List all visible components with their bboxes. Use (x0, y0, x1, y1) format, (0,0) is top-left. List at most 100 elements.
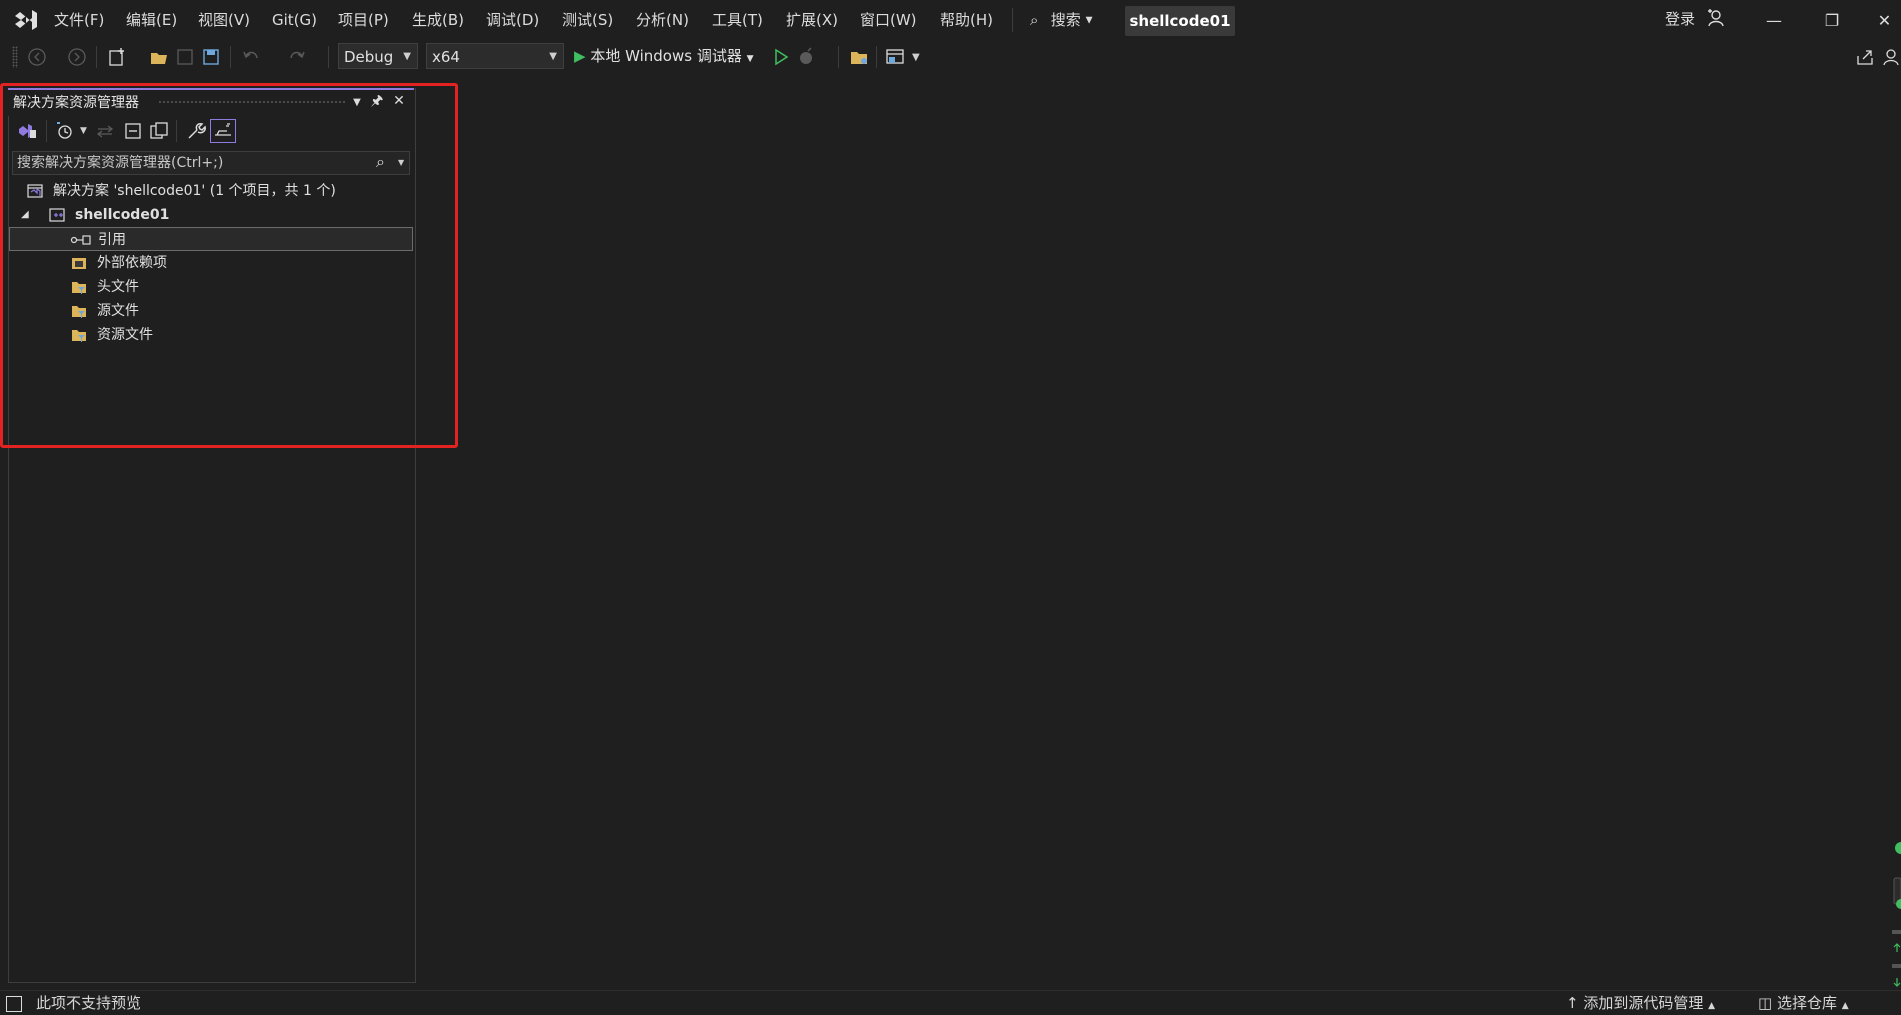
solution-explorer-search-input[interactable]: 搜索解决方案资源管理器(Ctrl+;) (12, 151, 410, 175)
new-item-icon[interactable] (106, 46, 128, 68)
menu-extensions[interactable]: 扩展(X) (784, 9, 840, 31)
repository-label: 选择仓库 (1776, 994, 1837, 1012)
redo-icon[interactable] (286, 46, 308, 68)
tree-item-label: 外部依赖项 (97, 255, 167, 271)
configuration-value: Debug (344, 48, 394, 66)
tree-item-source-files[interactable]: 源文件 (9, 299, 413, 323)
minimize-button[interactable]: — (1752, 4, 1796, 38)
solution-explorer-title: 解决方案资源管理器 (13, 95, 139, 111)
chevron-down-icon: ▼ (1085, 15, 1093, 26)
sync-with-active-document-icon[interactable] (94, 120, 116, 142)
menu-divider (1012, 8, 1013, 32)
tree-item-label: 源文件 (97, 303, 139, 319)
tree-item-label: 头文件 (97, 279, 139, 295)
run-target-label: 本地 Windows 调试器 (590, 47, 742, 65)
menu-analyze[interactable]: 分析(N) (634, 9, 691, 31)
pending-changes-filter-icon[interactable] (54, 120, 76, 142)
solution-icon (27, 183, 43, 199)
menu-debug[interactable]: 调试(D) (484, 9, 541, 31)
tree-item-solution[interactable]: 解决方案 'shellcode01' (1 个项目，共 1 个) (9, 179, 413, 203)
arrow-up-icon: ↑ (1566, 994, 1579, 1012)
menu-help[interactable]: 帮助(H) (938, 9, 995, 31)
search-placeholder: 搜索解决方案资源管理器(Ctrl+;) (17, 155, 224, 171)
search-button[interactable]: ⌕ 搜索 ▼ (1030, 8, 1093, 32)
references-icon (70, 232, 92, 248)
tree-item-resource-files[interactable]: 资源文件 (9, 323, 413, 347)
search-icon: ⌕ (1030, 11, 1039, 29)
preview-box-icon (6, 995, 22, 1012)
chevron-up-icon: ▲ (1841, 1001, 1849, 1011)
menu-project[interactable]: 项目(P) (336, 9, 391, 31)
source-control-label: 添加到源代码管理 (1583, 994, 1704, 1012)
tree-item-project[interactable]: ◢ shellcode01 (9, 203, 413, 227)
menu-tools[interactable]: 工具(T) (710, 9, 765, 31)
solution-configuration-dropdown[interactable]: Debug ▼ (338, 43, 418, 69)
toolbar-divider (876, 46, 877, 68)
search-icon[interactable]: ⌕ (376, 152, 396, 172)
feedback-icon[interactable] (1882, 46, 1901, 68)
start-debugging-button[interactable]: ▶ 本地 Windows 调试器 ▼ (574, 44, 754, 68)
layout-icon[interactable] (884, 46, 906, 68)
back-icon[interactable] (26, 46, 48, 68)
login-button[interactable]: 登录 (1665, 8, 1695, 30)
restore-button[interactable]: ❐ (1810, 4, 1854, 38)
close-window-button[interactable]: ✕ (1868, 4, 1901, 38)
menu-window[interactable]: 窗口(W) (858, 9, 919, 31)
properties-wrench-icon[interactable] (184, 120, 206, 142)
start-without-debugging-icon[interactable] (770, 46, 792, 68)
collapse-all-icon[interactable] (122, 120, 144, 142)
chevron-down-icon: ▼ (549, 51, 557, 62)
open-folder-icon[interactable] (148, 46, 170, 68)
cpp-project-icon (49, 207, 65, 223)
solution-platform-dropdown[interactable]: x64 ▼ (426, 43, 564, 69)
save-icon[interactable] (174, 46, 196, 68)
solution-name-badge[interactable]: shellcode01 (1125, 6, 1235, 36)
filter-folder-icon (71, 327, 87, 343)
account-settings-icon[interactable] (1706, 8, 1726, 28)
preview-status-text: 此项不支持预览 (36, 994, 142, 1012)
play-icon: ▶ (574, 47, 586, 65)
close-panel-icon[interactable]: ✕ (390, 92, 408, 110)
tree-item-label: 解决方案 'shellcode01' (1 个项目，共 1 个) (53, 183, 336, 199)
menu-view[interactable]: 视图(V) (196, 9, 252, 31)
repository-icon: ◫ (1758, 994, 1773, 1012)
live-share-icon[interactable] (1854, 46, 1876, 68)
toolbar-grip[interactable] (12, 46, 18, 68)
toolbar-divider (328, 46, 329, 68)
search-options-chevron-down-icon[interactable]: ▼ (398, 158, 404, 167)
tree-item-header-files[interactable]: 头文件 (9, 275, 413, 299)
floating-widget-fragment (1884, 840, 1901, 990)
tree-item-label: shellcode01 (75, 207, 170, 223)
panel-drag-grip[interactable] (158, 100, 346, 104)
solution-folder-icon[interactable] (848, 46, 870, 68)
tree-item-external-dependencies[interactable]: 外部依赖项 (9, 251, 413, 275)
menu-file[interactable]: 文件(F) (52, 9, 106, 31)
undo-icon[interactable] (240, 46, 262, 68)
switch-views-icon[interactable] (16, 120, 38, 142)
toolbar-divider (96, 46, 97, 68)
window-position-dropdown-icon[interactable]: ▼ (348, 92, 366, 110)
toolbar-overflow-icon[interactable]: ▼ (912, 52, 920, 63)
chevron-down-icon: ▼ (403, 51, 411, 62)
menu-edit[interactable]: 编辑(E) (124, 9, 179, 31)
toolbar-divider (230, 46, 231, 68)
chevron-down-icon[interactable]: ▼ (80, 126, 87, 136)
tree-item-references[interactable]: 引用 (9, 227, 413, 251)
save-all-icon[interactable] (200, 46, 222, 68)
show-all-files-icon[interactable] (148, 120, 170, 142)
menu-git[interactable]: Git(G) (270, 9, 319, 31)
forward-icon[interactable] (66, 46, 88, 68)
expander-expanded-icon[interactable]: ◢ (21, 207, 37, 223)
chevron-up-icon: ▲ (1708, 1001, 1716, 1011)
pin-icon[interactable]: 🖈 (368, 92, 386, 110)
preview-selected-items-icon[interactable] (210, 119, 236, 143)
preview-status: 此项不支持预览 (6, 994, 141, 1012)
menu-test[interactable]: 测试(S) (560, 9, 615, 31)
external-dependencies-icon (71, 255, 87, 271)
platform-value: x64 (432, 48, 460, 66)
filter-folder-icon (71, 303, 87, 319)
menu-build[interactable]: 生成(B) (410, 9, 466, 31)
hot-reload-icon[interactable] (796, 46, 818, 68)
search-label: 搜索 (1050, 11, 1081, 29)
filter-folder-icon (71, 279, 87, 295)
